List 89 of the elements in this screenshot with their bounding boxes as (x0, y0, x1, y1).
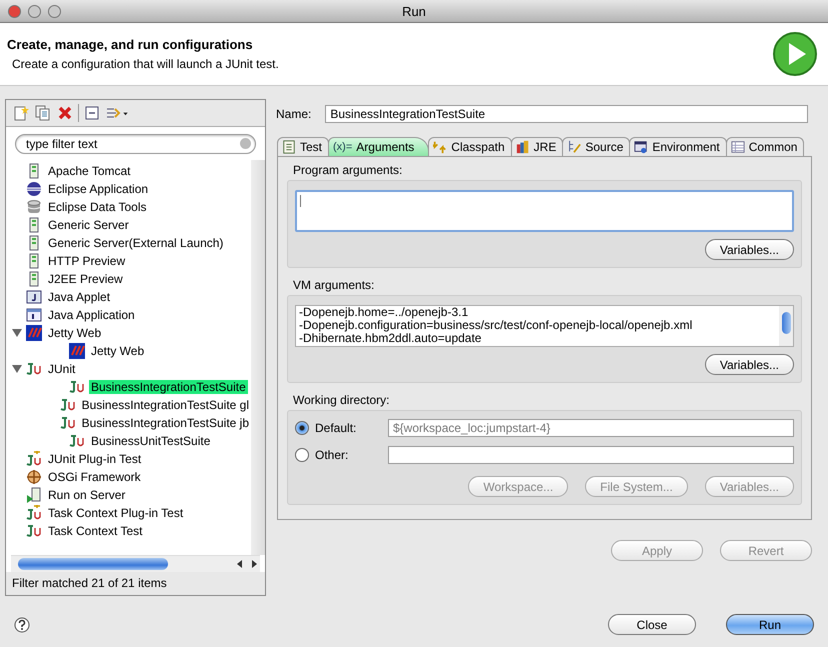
tree-item[interactable]: JUnit Plug-in Test (46, 452, 144, 466)
dialog-button[interactable]: Run (726, 614, 814, 635)
eclipse-icon (26, 181, 42, 197)
tree-item[interactable]: Task Context Plug-in Test (46, 506, 186, 520)
junit-icon (69, 379, 85, 395)
radio-label: Other: (315, 448, 348, 462)
new-configuration-button[interactable] (12, 104, 30, 122)
run-icon (772, 31, 818, 77)
tree-icon (567, 140, 582, 154)
disclosure-triangle-icon[interactable] (12, 364, 22, 374)
radio-label: Default: (315, 420, 356, 434)
run-server-icon (26, 487, 42, 503)
new-document-icon (13, 105, 29, 121)
tree-item[interactable]: Run on Server (46, 488, 128, 502)
tab[interactable]: Environment (629, 137, 727, 156)
tree-item[interactable]: BusinessIntegrationTestSuite jb (80, 416, 251, 430)
variables-button[interactable]: Variables... (704, 239, 794, 260)
crosshair-icon (26, 469, 42, 485)
name-label: Name: (276, 107, 312, 121)
jetty-icon (69, 343, 85, 359)
jetty-icon (26, 325, 42, 341)
tree-item[interactable]: HTTP Preview (46, 254, 128, 268)
books-icon (516, 140, 530, 154)
tree-item[interactable]: Eclipse Data Tools (46, 200, 148, 214)
junit-plugin-icon (26, 451, 42, 467)
caret-icon (122, 110, 129, 116)
tree-item[interactable]: Apache Tomcat (46, 164, 132, 178)
tree-item[interactable]: JUnit (46, 362, 78, 376)
tree-item[interactable]: Task Context Test (46, 524, 144, 538)
variables-button[interactable]: Variables... (704, 354, 794, 375)
tab[interactable]: Common (726, 137, 804, 156)
close-window-button[interactable] (8, 4, 21, 18)
directory-field[interactable] (388, 446, 794, 464)
dialog-title: Create, manage, and run configurations (7, 37, 254, 52)
zoom-window-button[interactable] (48, 4, 61, 18)
delete-button[interactable] (56, 104, 74, 122)
delete-icon (57, 105, 73, 121)
junit-icon (69, 433, 85, 449)
vm-arguments-field[interactable]: -Dopenejb.home=../openejb-3.1 -Dopenejb.configuration=business/src/test/conf-openejb-local/openejb.xml -Dhibernate.hbm2ddl.auto=update (295, 305, 794, 347)
collapse-all-button[interactable] (83, 104, 101, 122)
table-icon (730, 140, 745, 154)
tree-item[interactable]: Generic Server(External Launch) (46, 236, 226, 250)
group-label: VM arguments: (292, 277, 376, 294)
disclosure-triangle-icon[interactable] (12, 328, 22, 338)
collapse-icon (84, 105, 100, 121)
tree-item[interactable]: BusinessUnitTestSuite (89, 434, 212, 448)
filter-status: Filter matched 21 of 21 items (6, 572, 265, 595)
tree-item[interactable]: J2EE Preview (46, 272, 125, 286)
document-icon (282, 140, 296, 154)
tab[interactable]: Source (562, 137, 630, 156)
horizontal-scrollbar[interactable] (11, 555, 260, 572)
arrows-icon (433, 140, 448, 154)
dialog-description: Create a configuration that will launch a JUnit test. (12, 57, 279, 71)
help-icon[interactable] (14, 616, 30, 632)
tree-item[interactable]: BusinessIntegrationTestSuite (89, 380, 248, 394)
junit-icon (26, 523, 42, 539)
variable-icon: (x)= (333, 141, 352, 153)
database-icon (26, 199, 42, 215)
junit-icon (60, 397, 76, 413)
tree-item[interactable]: Java Applet (46, 290, 112, 304)
window-icon (634, 140, 648, 154)
tab[interactable]: JRE (510, 137, 564, 156)
junit-icon (26, 361, 42, 377)
tree-item[interactable]: BusinessIntegrationTestSuite gl (80, 398, 251, 412)
tree-item[interactable]: Eclipse Application (46, 182, 150, 196)
tree-item[interactable]: Java Application (46, 308, 137, 322)
filter-field[interactable]: type filter text (15, 134, 256, 154)
applet-icon (26, 289, 42, 305)
duplicate-button[interactable] (34, 104, 52, 122)
minimize-window-button[interactable] (28, 4, 41, 18)
tree-item[interactable]: Jetty Web (46, 326, 104, 340)
group-label: Working directory: (292, 392, 390, 409)
radio-button[interactable] (295, 448, 309, 462)
window-title: Run (402, 4, 426, 18)
tree-item[interactable]: Jetty Web (89, 344, 146, 358)
group-label: Program arguments: (292, 162, 404, 179)
tree-item[interactable]: Generic Server (46, 218, 131, 232)
tab[interactable]: Classpath (428, 137, 512, 156)
tab[interactable]: (x)= Arguments (328, 137, 430, 156)
dialog-button[interactable]: Close (608, 614, 696, 635)
junit-icon (60, 415, 76, 431)
copy-icon (35, 105, 51, 121)
tree-item[interactable]: OSGi Framework (46, 470, 143, 484)
junit-plugin-icon (26, 505, 42, 521)
vertical-scrollbar[interactable] (251, 160, 265, 555)
application-window-icon (26, 307, 42, 323)
name-field[interactable]: BusinessIntegrationTestSuite (325, 105, 808, 123)
program-arguments-field[interactable] (295, 190, 794, 232)
tab[interactable]: Test (277, 137, 330, 156)
